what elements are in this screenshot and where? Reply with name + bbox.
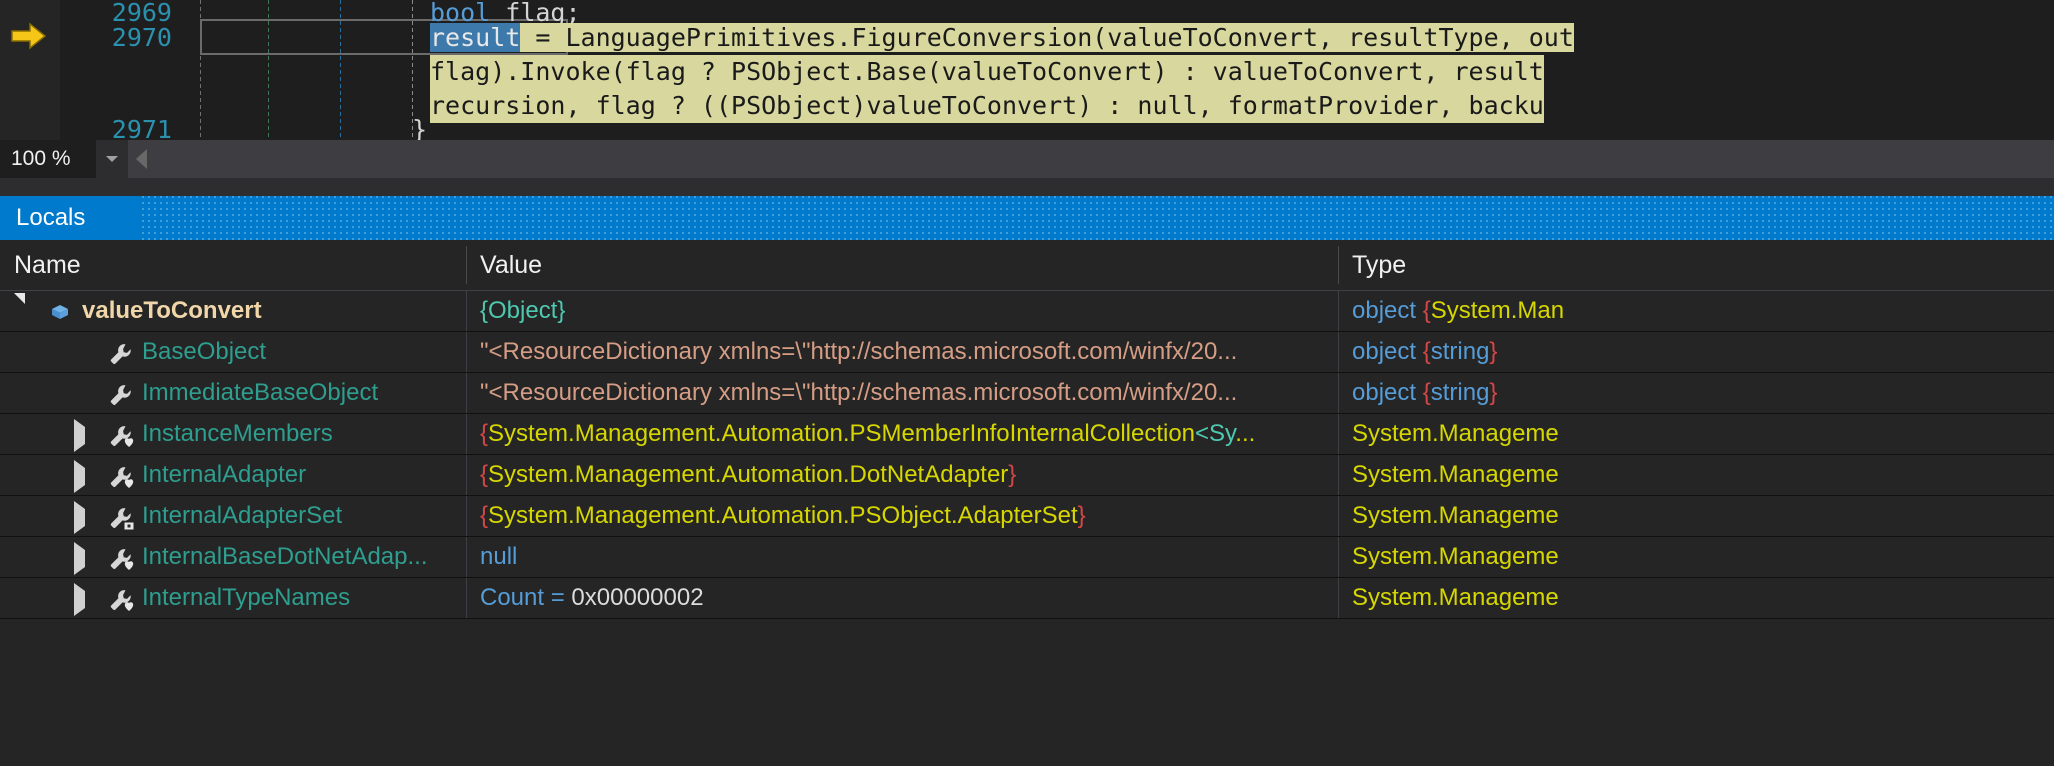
current-statement-arrow-icon [10, 22, 48, 50]
variable-type: System.Manageme [1352, 543, 1559, 570]
zoom-level-value: 100 % [11, 147, 71, 170]
table-row[interactable]: InternalBaseDotNetAdap... null System.Mana… [0, 537, 2054, 578]
property-icon [108, 382, 132, 406]
locals-panel: Locals Name Value Type valueToConvert {Ob… [0, 196, 2054, 766]
column-header-name[interactable]: Name [0, 240, 466, 290]
variable-name[interactable]: InternalBaseDotNetAdap... [142, 537, 460, 577]
variable-name[interactable]: InternalAdapterSet [142, 496, 460, 536]
zoom-level-combobox[interactable]: 100 % [0, 140, 129, 178]
property-internal-icon [108, 505, 134, 530]
scroll-left-arrow-icon[interactable] [136, 149, 147, 169]
table-row[interactable]: valueToConvert {Object} object {System.Man [0, 291, 2054, 332]
code-line-2970[interactable]: result = LanguagePrimitives.FigureConver… [430, 21, 1574, 55]
horizontal-scrollbar[interactable] [128, 140, 2054, 178]
variable-name[interactable]: valueToConvert [82, 291, 460, 331]
variable-value[interactable]: {System.Management.Automation.PSMemberIn… [466, 414, 1338, 454]
variable-value[interactable]: null [466, 537, 1338, 577]
variable-value[interactable]: "<ResourceDictionary xmlns=\"http://sche… [466, 332, 1338, 372]
code-line-continuation-2[interactable]: recursion, flag ? ((PSObject)valueToConv… [430, 89, 1544, 123]
line-number-2970: 2970 [111, 23, 172, 52]
variable-type: object {string} [1352, 338, 1498, 365]
line-number-2971: 2971 [111, 115, 172, 140]
tabstrip-dots-pattern [140, 196, 2054, 240]
property-private-icon [108, 423, 134, 447]
property-private-icon [108, 546, 134, 570]
locals-grid-header: Name Value Type [0, 240, 2054, 291]
property-icon [108, 341, 132, 365]
variable-value[interactable]: "<ResourceDictionary xmlns=\"http://sche… [466, 373, 1338, 413]
variable-type: System.Manageme [1352, 502, 1559, 529]
object-icon [48, 300, 72, 324]
panel-splitter[interactable] [0, 178, 2054, 196]
tab-locals[interactable]: Locals [0, 196, 103, 240]
variable-type: System.Manageme [1352, 420, 1559, 447]
glyph-margin[interactable] [0, 0, 60, 140]
tab-locals-label: Locals [16, 204, 86, 231]
table-row[interactable]: InternalTypeNames Count = 0x00000002 Syste… [0, 578, 2054, 619]
selected-token-result[interactable]: result [430, 23, 521, 52]
table-row[interactable]: ImmediateBaseObject "<ResourceDictionary … [0, 373, 2054, 414]
expander-collapse-icon[interactable] [14, 293, 28, 321]
variable-type: object {string} [1352, 379, 1498, 406]
editor-bottom-bar: 100 % [0, 140, 2054, 178]
locals-tabstrip: Locals [0, 196, 2054, 240]
table-row[interactable]: BaseObject "<ResourceDictionary xmlns=\"h… [0, 332, 2054, 373]
chevron-down-icon[interactable] [96, 140, 128, 178]
property-private-icon [108, 464, 134, 488]
expander-expand-icon[interactable] [74, 501, 88, 534]
column-header-type[interactable]: Type [1338, 240, 2054, 290]
variable-type: System.Manageme [1352, 461, 1559, 488]
variable-name[interactable]: BaseObject [142, 332, 460, 372]
variable-value[interactable]: {System.Management.Automation.DotNetAdap… [466, 455, 1338, 495]
variable-value[interactable]: {System.Management.Automation.PSObject.A… [466, 496, 1338, 536]
expander-expand-icon[interactable] [74, 460, 88, 493]
variable-name[interactable]: InternalAdapter [142, 455, 460, 495]
variable-name[interactable]: ImmediateBaseObject [142, 373, 460, 413]
column-header-value[interactable]: Value [466, 240, 1338, 290]
code-editor[interactable]: 2969 boolbool flag; flag; 2970 result = … [0, 0, 2054, 140]
code-statement-2970: = LanguagePrimitives.FigureConversion(va… [520, 23, 1574, 52]
variable-type: object {System.Man [1352, 297, 1565, 324]
variable-name[interactable]: InstanceMembers [142, 414, 460, 454]
variable-value[interactable]: {Object} [466, 291, 1338, 331]
table-row[interactable]: InternalAdapterSet {System.Management.Aut… [0, 496, 2054, 537]
variable-type: System.Manageme [1352, 584, 1559, 611]
locals-rows: valueToConvert {Object} object {System.Man… [0, 291, 2054, 619]
table-row[interactable]: InstanceMembers {System.Management.Automa… [0, 414, 2054, 455]
code-line-2971[interactable]: } [412, 113, 427, 140]
table-row[interactable]: InternalAdapter {System.Management.Automa… [0, 455, 2054, 496]
code-line-continuation-1[interactable]: flag).Invoke(flag ? PSObject.Base(valueT… [430, 55, 1544, 89]
expander-expand-icon[interactable] [74, 542, 88, 575]
expander-expand-icon[interactable] [74, 419, 88, 452]
property-private-icon [108, 587, 134, 611]
variable-name[interactable]: InternalTypeNames [142, 578, 460, 618]
expander-expand-icon[interactable] [74, 583, 88, 616]
variable-value[interactable]: Count = 0x00000002 [466, 578, 1338, 618]
